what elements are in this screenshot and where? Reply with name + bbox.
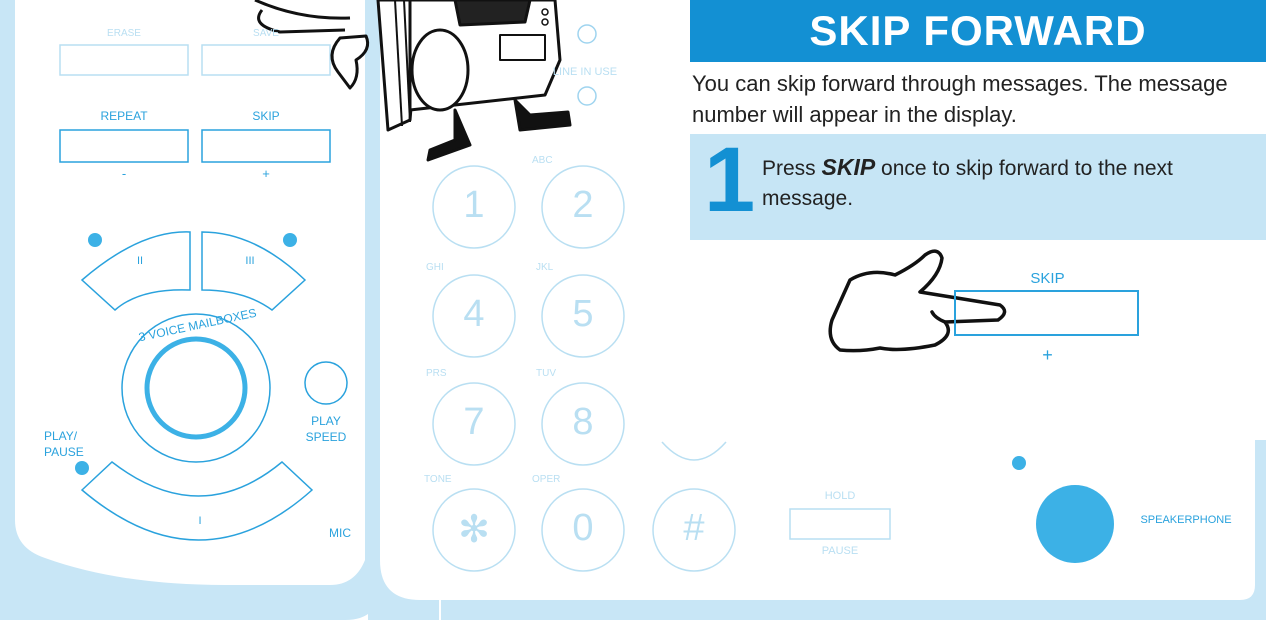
mailbox-led-2 — [88, 233, 102, 247]
key-4-letters: GHI — [426, 262, 444, 273]
speakerphone-button-shape — [1036, 485, 1114, 563]
key-hash-digit: # — [683, 507, 705, 549]
mailbox-3-label: III — [245, 255, 255, 267]
play-pause-label: PLAY/ PAUSE — [44, 429, 84, 459]
step-keyword: SKIP — [821, 154, 876, 180]
intro-text: You can skip forward through messages. T… — [692, 71, 1228, 127]
mailbox-1-label: I — [198, 515, 202, 527]
hold-label: HOLD — [824, 490, 856, 502]
cartoon-character — [254, 0, 572, 162]
skip-button-shape — [201, 129, 331, 163]
key-8-letters: TUV — [536, 368, 556, 379]
minus-label: - — [121, 166, 127, 181]
step-text: Press SKIP once to skip forward to the n… — [762, 152, 1242, 214]
repeat-button-shape — [59, 129, 189, 163]
key-star-letters: TONE — [424, 474, 452, 485]
key-0-digit: 0 — [572, 507, 594, 549]
save-label: SAVE — [253, 28, 279, 39]
step-text-before: Press — [762, 157, 822, 180]
line-in-use-label: LINE IN USE — [552, 66, 618, 78]
step-number: 1 — [704, 129, 756, 231]
page-title: SKIP FORWARD — [690, 0, 1266, 62]
erase-button-shape — [59, 44, 189, 76]
pause-label: PAUSE — [821, 545, 859, 557]
key-star-digit: ✻ — [458, 509, 490, 551]
play-pause-button-shape — [144, 336, 248, 440]
key-5-digit: 5 — [572, 293, 594, 335]
play-speed-button-shape — [304, 361, 348, 405]
key-2-digit: 2 — [572, 184, 594, 226]
repeat-label: REPEAT — [100, 109, 148, 123]
callout-skip-label: SKIP — [1030, 270, 1065, 287]
key-5-letters: JKL — [536, 262, 554, 273]
mailbox-2-label: II — [136, 255, 144, 267]
key-1-digit: 1 — [463, 184, 485, 226]
callout-plus-label: + — [1042, 345, 1053, 365]
key-8-digit: 8 — [572, 401, 594, 443]
key-2-letters: ABC — [532, 155, 553, 166]
key-7-digit: 7 — [463, 401, 485, 443]
play-led — [75, 461, 89, 475]
key-7-letters: PRS — [426, 368, 447, 379]
plus-label: + — [262, 166, 270, 181]
key-4-digit: 4 — [463, 293, 485, 335]
skip-label: SKIP — [252, 109, 280, 123]
mic-label: MIC — [329, 526, 351, 540]
mailbox-led-3 — [283, 233, 297, 247]
speakerphone-label: SPEAKERPHONE — [1140, 514, 1232, 526]
save-button-shape — [201, 44, 331, 76]
key-0-letters: OPER — [532, 474, 561, 485]
erase-label: ERASE — [107, 28, 141, 39]
play-speed-label: PLAY SPEED — [305, 414, 347, 444]
